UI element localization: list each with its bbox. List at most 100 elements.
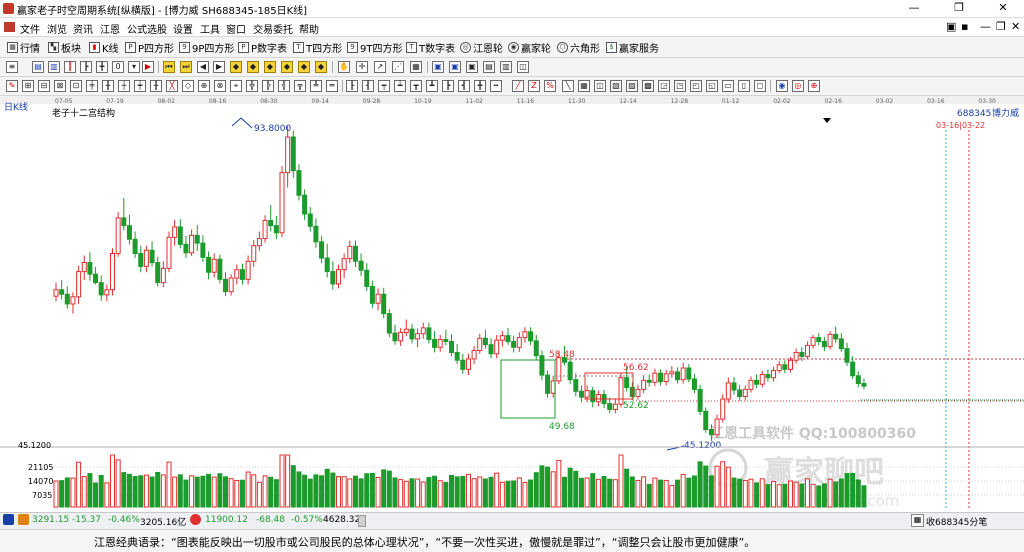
tool-icon-49[interactable]: ⊕ (808, 80, 820, 92)
maximize-button[interactable]: ❐ (937, 0, 981, 17)
dropdown-icon[interactable]: ▾ (128, 61, 140, 73)
t-square-button[interactable]: T T四方形 (293, 40, 342, 55)
grid-tool-icon[interactable]: ▦ (410, 61, 422, 73)
crosshair-icon[interactable]: ✛ (356, 61, 368, 73)
tool-icon-11[interactable]: ◇ (182, 80, 194, 92)
tool-icon-21[interactable]: ┠ (346, 80, 358, 92)
tool-icon-41[interactable]: ◳ (674, 80, 686, 92)
tool-icon-10[interactable]: ╳ (166, 80, 178, 92)
tool-icon-35[interactable]: ▦ (578, 80, 590, 92)
diamond-icon-2[interactable]: ◆ (247, 61, 259, 73)
tool-icon-24[interactable]: ┷ (394, 80, 406, 92)
scroll-handle[interactable] (358, 515, 366, 527)
tool-icon-16[interactable]: ╠ (262, 80, 274, 92)
tool-icon-23[interactable]: ┯ (378, 80, 390, 92)
diamond-icon-5[interactable]: ◆ (298, 61, 310, 73)
tool-icon-43[interactable]: ◱ (706, 80, 718, 92)
kline-button[interactable]: ▮ K线 (89, 40, 119, 55)
fan-icon[interactable]: ⋰ (392, 61, 404, 73)
diamond-icon-6[interactable]: ◆ (315, 61, 327, 73)
sector-button[interactable]: ▚ 板块 (48, 40, 81, 55)
tool-icon-8[interactable]: ┿ (134, 80, 146, 92)
tool-icon-34[interactable]: ╲ (562, 80, 574, 92)
menu-list-icon[interactable]: ≡ (6, 61, 18, 73)
gann-wheel-button[interactable]: ◎ 江恩轮 (460, 40, 503, 55)
percent-icon[interactable]: % (544, 80, 556, 92)
stop-icon[interactable]: ▪ (961, 20, 968, 33)
menu-help[interactable]: 帮助 (299, 21, 319, 36)
chart-area[interactable]: 07-05 07-19 08-02 08-16 08-30 09-14 09-28 10-19… (0, 96, 1024, 512)
menu-settings[interactable]: 设置 (173, 21, 193, 36)
tool-icon-25[interactable]: ┳ (410, 80, 422, 92)
indicator-icon[interactable]: ▥ (48, 61, 60, 73)
tool-icon-46[interactable]: ◻ (754, 80, 766, 92)
arrow-icon[interactable]: ↗ (374, 61, 386, 73)
tool-icon-1[interactable]: ⊞ (22, 80, 34, 92)
window-icon-6[interactable]: ◫ (517, 61, 529, 73)
window-icon-2[interactable]: ▣ (449, 61, 461, 73)
p-square-button[interactable]: P P四方形 (125, 40, 174, 55)
chart-type-icon[interactable]: ▤ (32, 61, 44, 73)
menu-file[interactable]: 文件 (20, 21, 40, 36)
tool-icon-20[interactable]: ═ (326, 80, 338, 92)
tool-icon-12[interactable]: ⊕ (198, 80, 210, 92)
tool-icon-48[interactable]: ◎ (792, 80, 804, 92)
child-minimize-icon[interactable]: — (980, 20, 991, 33)
tool-icon-40[interactable]: ◲ (658, 80, 670, 92)
menu-window[interactable]: 窗口 (226, 21, 246, 36)
step-back-icon[interactable]: ◀ (197, 61, 209, 73)
last-page-icon[interactable]: ⏭ (180, 61, 192, 73)
tool-icon-2[interactable]: ⊟ (38, 80, 50, 92)
flag-icon[interactable]: ▶ (142, 61, 154, 73)
tool-icon-39[interactable]: ▩ (642, 80, 654, 92)
tool-icon-37[interactable]: ▧ (610, 80, 622, 92)
tool-icon-47[interactable]: ◉ (776, 80, 788, 92)
indicator-dropdown-icon[interactable] (823, 118, 831, 123)
tool-icon-9[interactable]: ╂ (150, 80, 162, 92)
tool-icon-5[interactable]: ╪ (86, 80, 98, 92)
restore-window-icon[interactable]: ▣ (946, 20, 956, 33)
line-style-icon[interactable]: ╋ (96, 61, 108, 73)
tool-icon-32[interactable]: Z (528, 80, 540, 92)
tool-icon-19[interactable]: ╩ (310, 80, 322, 92)
hand-icon[interactable]: ✋ (338, 61, 350, 73)
first-page-icon[interactable]: ⏮ (163, 61, 175, 73)
bar-style-icon[interactable]: ┣ (80, 61, 92, 73)
9t-square-button[interactable]: 9 9T四方形 (347, 40, 402, 55)
menu-news[interactable]: 资讯 (73, 21, 93, 36)
window-icon-3[interactable]: ▣ (466, 61, 478, 73)
tool-icon-27[interactable]: ┣ (442, 80, 454, 92)
tool-icon-28[interactable]: ┫ (458, 80, 470, 92)
close-button[interactable]: ✕ (981, 0, 1024, 17)
tool-icon-7[interactable]: ┼ (118, 80, 130, 92)
ticks-label[interactable]: 收688345分笔 (926, 515, 987, 528)
tool-icon-38[interactable]: ▨ (626, 80, 638, 92)
step-forward-icon[interactable]: ▶ (213, 61, 225, 73)
menu-formula[interactable]: 公式选股 (127, 21, 167, 36)
diamond-icon-3[interactable]: ◆ (264, 61, 276, 73)
quote-button[interactable]: ▦ 行情 (7, 40, 40, 55)
winner-service-button[interactable]: $ 赢家服务 (606, 40, 659, 55)
tool-icon-17[interactable]: ╣ (278, 80, 290, 92)
child-close-icon[interactable]: ✕ (1011, 20, 1020, 33)
child-maximize-icon[interactable]: ❐ (996, 20, 1006, 33)
tool-icon-42[interactable]: ◰ (690, 80, 702, 92)
9p-square-button[interactable]: 9 9P四方形 (179, 40, 234, 55)
window-icon-5[interactable]: ▥ (500, 61, 512, 73)
tool-icon-44[interactable]: ▭ (722, 80, 734, 92)
window-icon-1[interactable]: ▣ (432, 61, 444, 73)
diamond-icon-4[interactable]: ◆ (281, 61, 293, 73)
zero-icon[interactable]: 0 (112, 61, 124, 73)
tool-icon-6[interactable]: ╫ (102, 80, 114, 92)
tool-icon-18[interactable]: ╦ (294, 80, 306, 92)
winner-wheel-button[interactable]: ◉ 赢家轮 (508, 40, 551, 55)
tool-icon-13[interactable]: ⊗ (214, 80, 226, 92)
menu-gann[interactable]: 江恩 (100, 21, 120, 36)
tool-icon-3[interactable]: ⊠ (54, 80, 66, 92)
tool-icon-22[interactable]: ┨ (362, 80, 374, 92)
diamond-icon-1[interactable]: ◆ (230, 61, 242, 73)
tool-icon-29[interactable]: ╋ (474, 80, 486, 92)
tool-icon-45[interactable]: ▯ (738, 80, 750, 92)
tool-icon-31[interactable]: ╱ (512, 80, 524, 92)
menu-browse[interactable]: 浏览 (47, 21, 67, 36)
